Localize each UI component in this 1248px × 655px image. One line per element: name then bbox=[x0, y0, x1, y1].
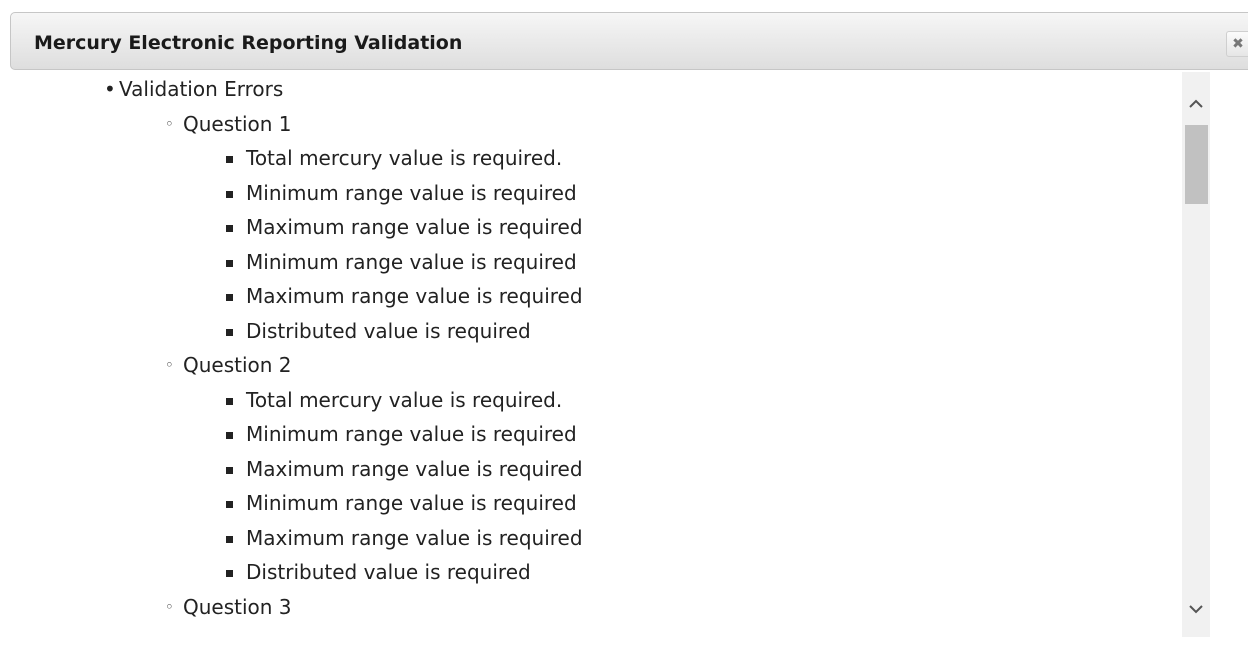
error-item: Minimum range value is required bbox=[10, 486, 1170, 521]
bullet-square-icon bbox=[226, 432, 233, 439]
dialog-title: Mercury Electronic Reporting Validation bbox=[34, 32, 463, 54]
error-item: Minimum range value is required bbox=[10, 245, 1170, 280]
question-item: ◦ Question 3 bbox=[10, 590, 1170, 625]
bullet-square-icon bbox=[226, 294, 233, 301]
close-icon[interactable]: ✖ bbox=[1226, 31, 1248, 57]
bullet-circle-icon: ◦ bbox=[165, 114, 174, 133]
bullet-square-icon bbox=[226, 328, 233, 336]
bullet-square-icon bbox=[226, 397, 233, 405]
bullet-square-icon bbox=[226, 225, 233, 232]
bullet-square-icon bbox=[226, 190, 233, 198]
chevron-down-icon[interactable] bbox=[1182, 595, 1210, 623]
error-item: Minimum range value is required bbox=[10, 417, 1170, 452]
bullet-square-icon bbox=[226, 466, 233, 474]
vertical-scrollbar[interactable] bbox=[1182, 72, 1210, 637]
chevron-up-icon-svg bbox=[1189, 99, 1203, 108]
error-item: Distributed value is required bbox=[10, 314, 1170, 349]
question-item: ◦ Question 2 bbox=[10, 348, 1170, 383]
bullet-circle-icon: ◦ bbox=[165, 597, 174, 616]
question-item: ◦ Question 1 bbox=[10, 107, 1170, 142]
bullet-dot-icon: • bbox=[104, 77, 116, 101]
error-item: Total mercury value is required. bbox=[10, 141, 1170, 176]
error-item: Maximum range value is required bbox=[10, 279, 1170, 314]
error-item: Maximum range value is required bbox=[10, 521, 1170, 556]
bullet-circle-icon: ◦ bbox=[165, 356, 174, 374]
bullet-square-icon bbox=[226, 156, 233, 163]
validation-dialog: Mercury Electronic Reporting Validation … bbox=[0, 0, 1248, 655]
bullet-square-icon bbox=[226, 570, 233, 577]
bullet-square-icon bbox=[226, 259, 233, 267]
error-item: Maximum range value is required bbox=[10, 452, 1170, 487]
chevron-up-icon[interactable] bbox=[1182, 90, 1210, 118]
error-item: Total mercury value is required. bbox=[10, 383, 1170, 418]
validation-errors-heading: • Validation Errors bbox=[10, 72, 1170, 107]
error-item: Minimum range value is required bbox=[10, 176, 1170, 211]
dialog-titlebar[interactable]: Mercury Electronic Reporting Validation … bbox=[10, 12, 1248, 70]
chevron-down-icon-svg bbox=[1189, 605, 1203, 614]
error-item: Maximum range value is required bbox=[10, 210, 1170, 245]
bullet-square-icon bbox=[226, 535, 233, 543]
validation-content: • Validation Errors ◦ Question 1 Total m… bbox=[10, 72, 1210, 655]
validation-list: • Validation Errors ◦ Question 1 Total m… bbox=[10, 72, 1170, 624]
error-item: Distributed value is required bbox=[10, 555, 1170, 590]
bullet-square-icon bbox=[226, 501, 233, 508]
scrollbar-thumb[interactable] bbox=[1185, 125, 1208, 204]
